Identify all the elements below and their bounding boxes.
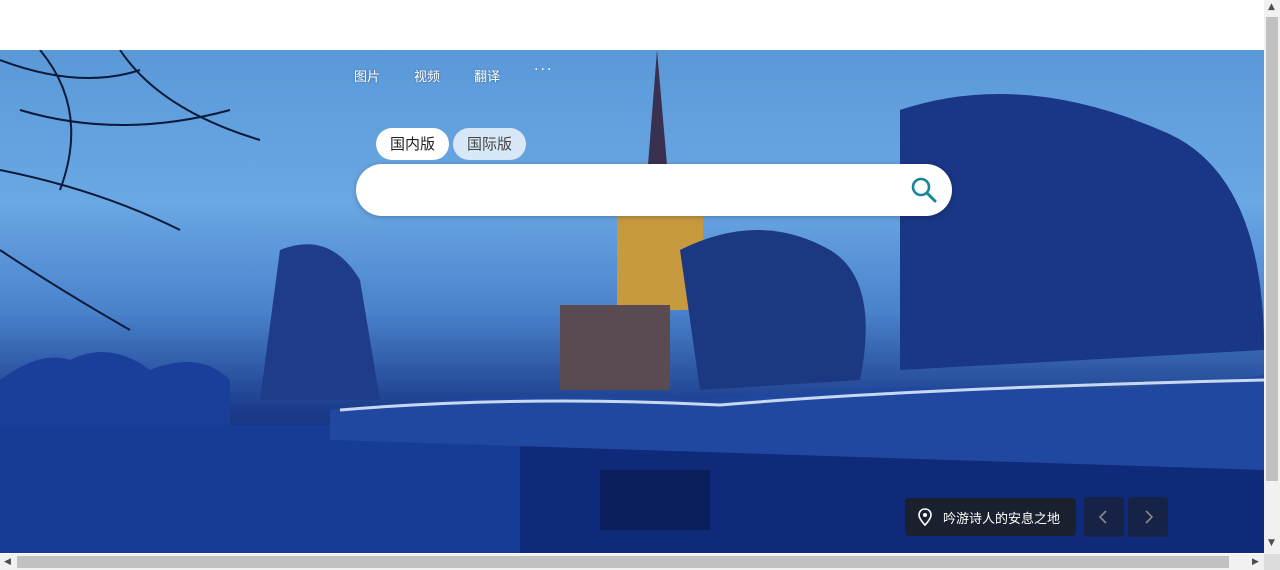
scrollbar-corner: [1264, 554, 1280, 570]
winter-church-scene: [0, 50, 1264, 553]
top-nav: 图片 视频 翻译 ···: [354, 62, 553, 85]
chevron-right-icon: [1145, 510, 1154, 524]
image-location-button[interactable]: 吟游诗人的安息之地: [905, 498, 1077, 536]
search-icon[interactable]: [910, 176, 938, 204]
search-box: [356, 164, 952, 216]
background-image: 图片 视频 翻译 ··· 国内版 国际版 吟游诗人的安息之地: [0, 50, 1264, 553]
vertical-scrollbar[interactable]: ▲ ▼: [1264, 0, 1280, 570]
nav-translate[interactable]: 翻译: [474, 66, 500, 85]
scroll-right-icon[interactable]: ▶: [1252, 557, 1259, 567]
scroll-left-icon[interactable]: ◀: [4, 557, 11, 567]
tab-domestic[interactable]: 国内版: [376, 128, 450, 160]
top-bar: [0, 0, 1264, 50]
search-input[interactable]: [378, 176, 902, 206]
horizontal-scrollbar[interactable]: ◀ ▶: [0, 554, 1264, 570]
scroll-down-icon[interactable]: ▼: [1268, 538, 1275, 548]
more-icon[interactable]: ···: [534, 62, 553, 85]
prev-image-button[interactable]: [1084, 497, 1124, 537]
horizontal-scroll-thumb[interactable]: [17, 556, 1229, 568]
chevron-left-icon: [1098, 510, 1107, 524]
nav-videos[interactable]: 视频: [414, 66, 440, 85]
vertical-scroll-thumb[interactable]: [1266, 17, 1278, 481]
region-tabs: 国内版 国际版: [376, 128, 527, 160]
location-label: 吟游诗人的安息之地: [943, 511, 1061, 527]
nav-images[interactable]: 图片: [354, 66, 380, 85]
tab-international[interactable]: 国际版: [453, 128, 527, 160]
map-pin-icon: [918, 508, 932, 526]
scroll-up-icon[interactable]: ▲: [1268, 2, 1275, 12]
next-image-button[interactable]: [1128, 497, 1168, 537]
